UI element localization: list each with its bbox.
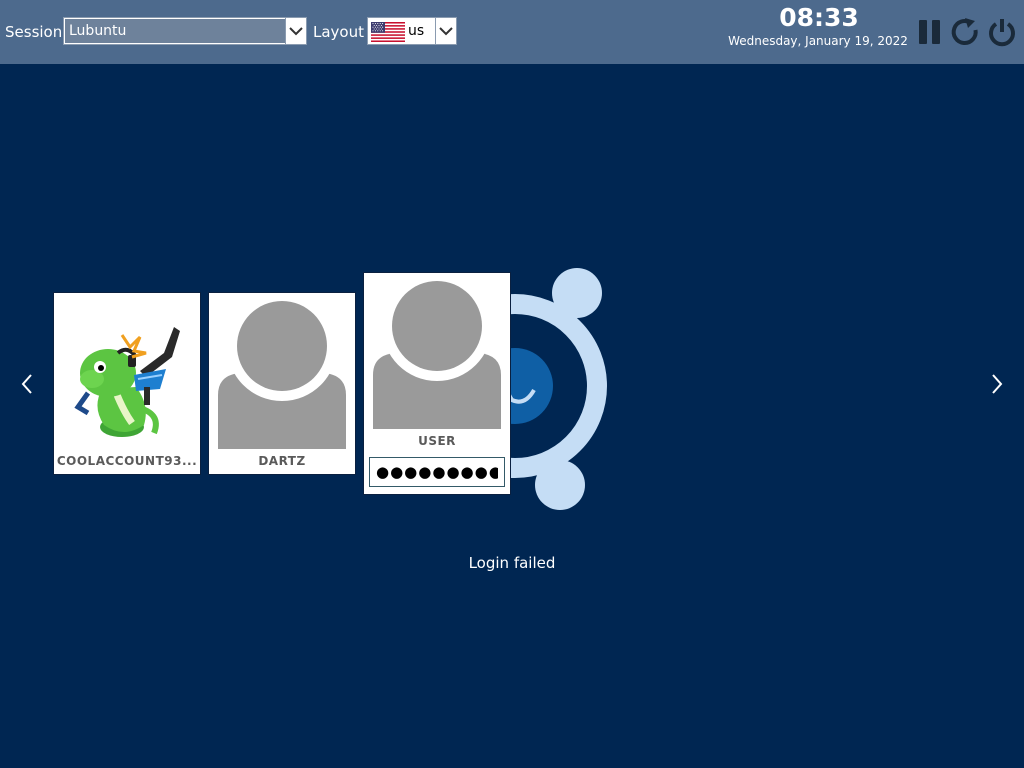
password-input[interactable] [369,457,505,487]
reboot-button[interactable] [950,16,980,48]
default-avatar-icon [218,297,346,449]
top-bar: Session Lubuntu Layout us 08:33 Wednesda… [0,0,1024,64]
chevron-down-icon[interactable] [285,18,306,44]
pause-icon [919,20,940,44]
session-label: Session [5,23,63,41]
user-card-user[interactable]: USER [363,272,511,495]
default-avatar-icon [373,277,501,429]
us-flag-icon [371,22,405,46]
chevron-left-icon [21,374,32,394]
clock-date: Wednesday, January 19, 2022 [728,34,908,48]
power-icon [989,19,1015,47]
keyboard-layout-dropdown[interactable]: us [367,17,457,45]
session-dropdown[interactable]: Lubuntu [63,17,307,45]
suspend-button[interactable] [915,16,945,48]
login-status-message: Login failed [468,554,556,572]
previous-user-button[interactable] [17,373,37,395]
konqi-mascot-icon [74,327,180,437]
user-name: DARTZ [258,454,306,468]
reboot-icon [951,18,978,45]
user-name: USER [418,434,456,448]
user-card-dartz[interactable]: DARTZ [208,292,356,475]
clock-time: 08:33 [779,3,859,32]
layout-value: us [408,23,425,39]
layout-label: Layout [313,23,364,41]
user-card-coolaccount[interactable]: COOLACCOUNT93... [53,292,201,475]
chevron-right-icon [992,374,1003,394]
user-name: COOLACCOUNT93... [56,454,198,468]
shutdown-button[interactable] [987,16,1017,48]
session-value: Lubuntu [65,19,285,43]
chevron-down-icon[interactable] [435,18,456,44]
next-user-button[interactable] [987,373,1007,395]
